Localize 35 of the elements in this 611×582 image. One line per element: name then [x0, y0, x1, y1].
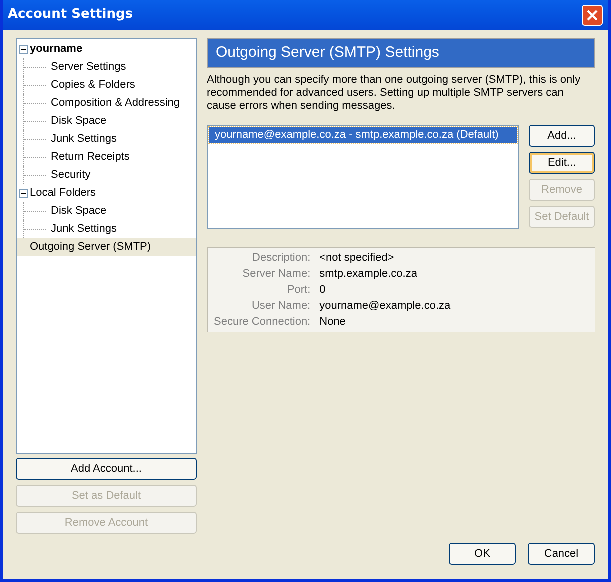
button[interactable]: Add Account...: [16, 458, 197, 480]
tree-item[interactable]: Disk Space: [51, 202, 196, 220]
collapse-icon[interactable]: [19, 44, 28, 54]
detail-label: Secure Connection:: [213, 315, 311, 330]
detail-value: <not specified>: [320, 251, 396, 266]
collapse-icon[interactable]: [19, 188, 28, 198]
server-list-item[interactable]: yourname@example.co.za - smtp.example.co.za (Default): [209, 127, 517, 143]
close-icon: [587, 10, 598, 20]
detail-label: Description:: [252, 251, 311, 266]
button[interactable]: Add...: [529, 125, 595, 147]
button[interactable]: OK: [449, 543, 516, 565]
tree-item[interactable]: Security: [51, 166, 196, 184]
tree-item[interactable]: Composition & Addressing: [51, 94, 196, 112]
tree-item[interactable]: yourname: [30, 40, 196, 58]
detail-value: 0: [320, 283, 327, 298]
tree-item[interactable]: Outgoing Server (SMTP): [17, 238, 196, 256]
detail-label: Port:: [286, 283, 311, 298]
tree-item[interactable]: Disk Space: [51, 112, 196, 130]
tree-item[interactable]: Copies & Folders: [51, 76, 196, 94]
close-button[interactable]: [582, 4, 603, 26]
window-title: Account Settings: [8, 6, 134, 24]
panel-heading: Outgoing Server (SMTP) Settings: [207, 38, 595, 68]
detail-label: User Name:: [250, 299, 311, 314]
tree-item[interactable]: Junk Settings: [51, 130, 196, 148]
detail-value: None: [320, 315, 347, 330]
button[interactable]: Edit...: [529, 152, 595, 174]
tree-item[interactable]: Server Settings: [51, 58, 196, 76]
tree-item[interactable]: Junk Settings: [51, 220, 196, 238]
tree-item[interactable]: Local Folders: [30, 184, 196, 202]
detail-label: Server Name:: [242, 267, 311, 282]
detail-value: yourname@example.co.za: [320, 299, 452, 314]
button[interactable]: Cancel: [528, 543, 595, 565]
tree-item[interactable]: Return Receipts: [51, 148, 196, 166]
detail-value: smtp.example.co.za: [320, 267, 418, 282]
description-text: Although you can specify more than one outgoing server (SMTP), this is only recommended for advanced users. Setting up multiple SMTP servers can cause errors when sending messages.: [207, 74, 582, 113]
